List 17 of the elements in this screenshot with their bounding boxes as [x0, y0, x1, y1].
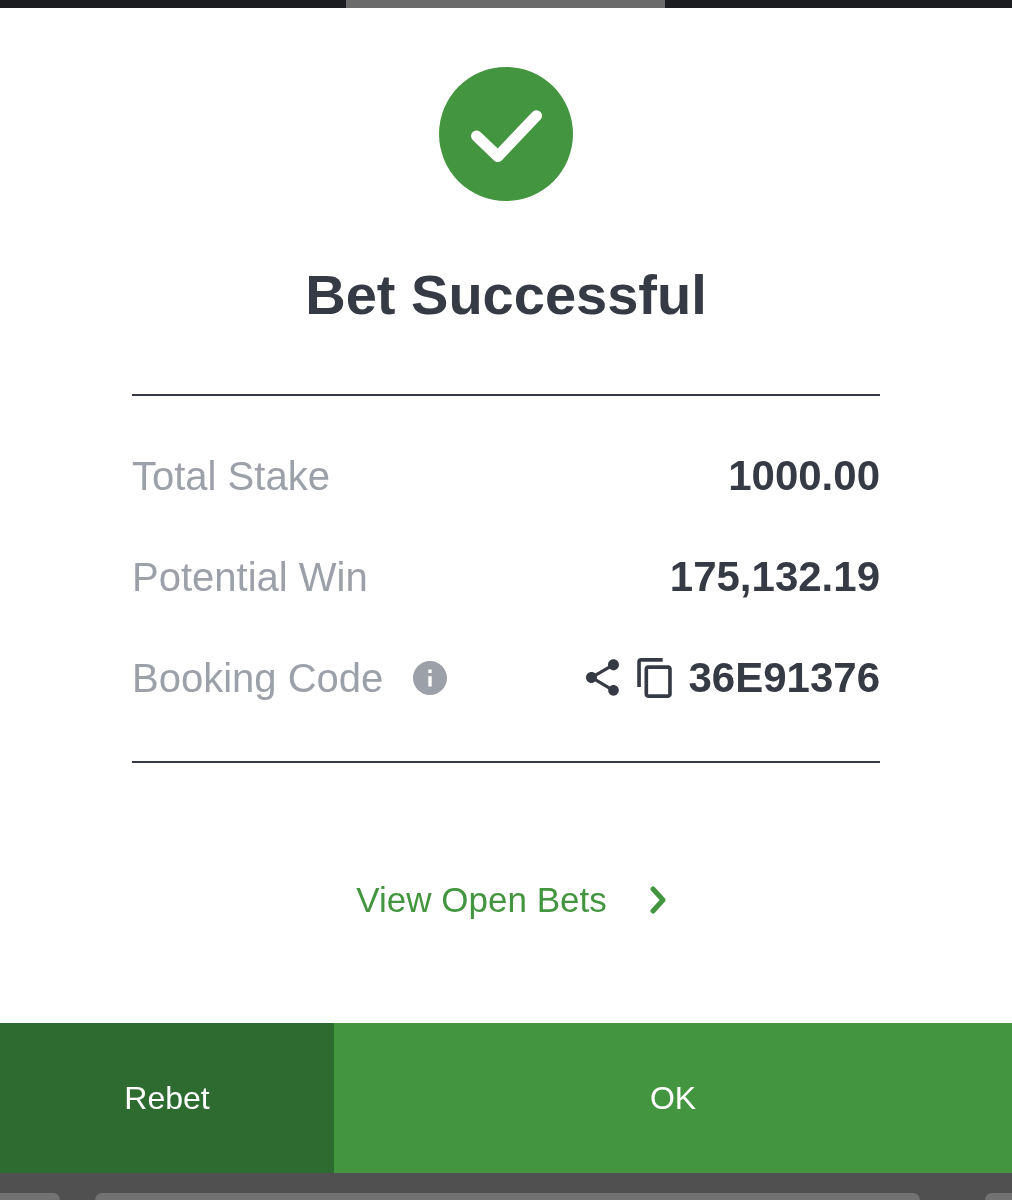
ok-button[interactable]: OK	[334, 1023, 1012, 1173]
check-icon	[439, 67, 573, 201]
detail-label: Booking Code	[132, 657, 384, 698]
dialog-title: Bet Successful	[305, 263, 707, 327]
rebet-button[interactable]: Rebet	[0, 1023, 334, 1173]
background-panel	[985, 1193, 1012, 1200]
view-open-bets-link[interactable]: View Open Bets	[346, 882, 666, 917]
copy-icon[interactable]	[637, 657, 673, 698]
share-icon[interactable]	[586, 659, 620, 696]
info-icon[interactable]	[413, 660, 448, 695]
detail-value: 175,132.19	[669, 555, 880, 598]
chevron-right-icon[interactable]	[649, 885, 666, 914]
background-panel	[0, 1193, 60, 1200]
detail-label: Total Stake	[132, 455, 330, 496]
detail-value: 36E91376	[688, 656, 880, 699]
detail-value: 1000.00	[728, 454, 880, 497]
detail-label: Potential Win	[132, 556, 368, 597]
